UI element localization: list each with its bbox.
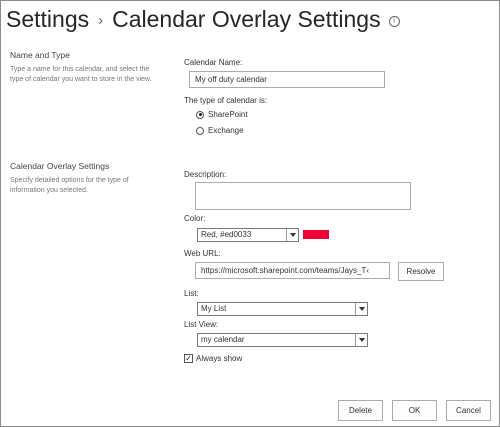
chevron-down-icon[interactable] — [286, 229, 298, 241]
section-title-overlay: Calendar Overlay Settings — [10, 161, 110, 171]
section-description-overlay: Specify detailed options for the type of… — [10, 177, 129, 194]
color-swatch — [303, 230, 329, 239]
breadcrumb-settings[interactable]: Settings — [6, 6, 89, 33]
breadcrumb-separator: › — [98, 11, 104, 29]
delete-button[interactable]: Delete — [338, 400, 383, 421]
page-header: Settings › Calendar Overlay Settings i — [6, 2, 400, 36]
cancel-button[interactable]: Cancel — [446, 400, 491, 421]
color-label: Color: — [184, 214, 206, 223]
web-url-input[interactable]: https://microsoft.sharepoint.com/teams/J… — [195, 262, 390, 279]
always-show-label: Always show — [196, 354, 243, 363]
radio-sharepoint[interactable]: SharePoint — [196, 110, 248, 119]
checkmark-icon: ✓ — [185, 353, 192, 363]
calendar-name-input[interactable]: My off duty calendar — [189, 71, 385, 88]
section-title-name-type: Name and Type — [10, 50, 70, 60]
list-view-select-value: my calendar — [201, 335, 245, 344]
description-input[interactable] — [195, 182, 411, 210]
calendar-name-label: Calendar Name: — [184, 58, 243, 67]
list-select-value: My List — [201, 304, 227, 313]
list-select[interactable]: My List — [197, 302, 368, 316]
always-show-option[interactable]: ✓ Always show — [184, 354, 242, 363]
list-view-label: List View: — [184, 320, 219, 329]
section-description-name-type: Type a name for this calendar, and selec… — [10, 66, 152, 83]
radio-exchange[interactable]: Exchange — [196, 126, 244, 135]
always-show-checkbox[interactable]: ✓ — [184, 354, 193, 363]
list-label: List: — [184, 289, 199, 298]
radio-label-exchange: Exchange — [208, 126, 244, 135]
color-select-value: Red, #ed0033 — [201, 230, 252, 239]
calendar-type-label: The type of calendar is: — [184, 96, 268, 105]
chevron-down-icon[interactable] — [355, 334, 367, 346]
resolve-button[interactable]: Resolve — [398, 262, 444, 281]
radio-button-sharepoint[interactable] — [196, 110, 204, 119]
description-label: Description: — [184, 170, 227, 179]
page-title: Calendar Overlay Settings — [112, 5, 381, 32]
info-icon[interactable]: i — [388, 15, 400, 27]
ok-button[interactable]: OK — [392, 400, 437, 421]
radio-button-exchange[interactable] — [196, 126, 204, 135]
radio-label-sharepoint: SharePoint — [208, 110, 248, 119]
list-view-select[interactable]: my calendar — [197, 333, 368, 347]
chevron-down-icon[interactable] — [355, 303, 367, 315]
web-url-label: Web URL: — [184, 249, 221, 258]
color-select[interactable]: Red, #ed0033 — [197, 228, 299, 242]
